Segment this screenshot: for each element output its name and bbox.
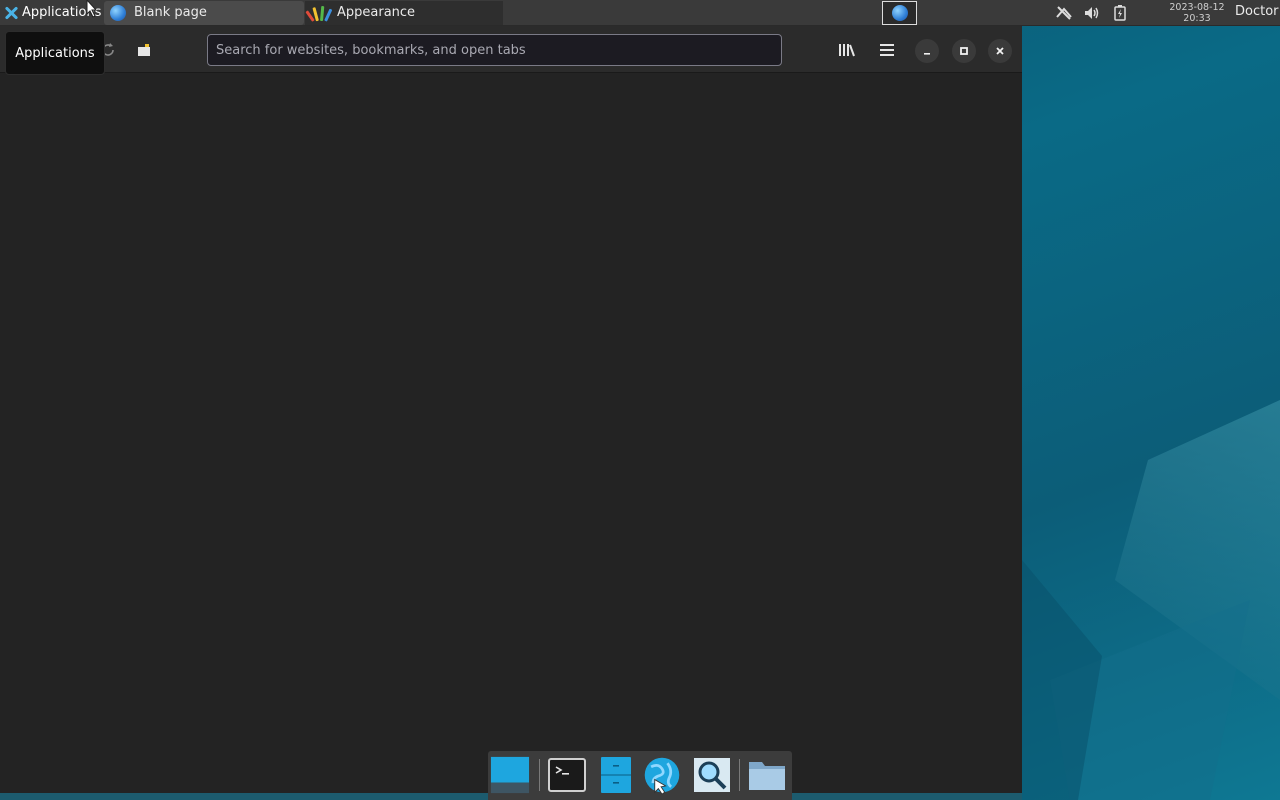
mouse-cursor-icon xyxy=(86,0,98,18)
page-content[interactable] xyxy=(0,73,1022,793)
home-folder-button[interactable] xyxy=(747,755,787,795)
terminal-button[interactable] xyxy=(547,755,587,795)
taskbar-item-appearance[interactable]: Appearance xyxy=(305,0,503,25)
workspace-switcher[interactable] xyxy=(882,1,917,25)
library-icon[interactable] xyxy=(835,38,859,62)
browser-window xyxy=(0,26,1022,793)
firefox-globe-icon xyxy=(110,4,126,21)
clock[interactable]: 2023-08-12 20:33 xyxy=(1165,2,1229,24)
clock-time: 20:33 xyxy=(1183,13,1211,24)
network-disconnected-icon[interactable] xyxy=(1055,5,1073,21)
appearance-icon xyxy=(305,5,333,22)
file-manager-button[interactable] xyxy=(596,755,636,795)
battery-icon[interactable] xyxy=(1111,5,1129,21)
taskbar-item-label: Appearance xyxy=(337,5,416,20)
dock xyxy=(488,751,792,800)
system-tray xyxy=(1055,0,1129,26)
user-menu[interactable]: Doctor xyxy=(1235,4,1279,19)
taskbar-item-blank-page[interactable]: Blank page xyxy=(104,0,304,25)
volume-icon[interactable] xyxy=(1083,5,1101,21)
show-desktop-button[interactable] xyxy=(490,755,530,795)
clock-date: 2023-08-12 xyxy=(1169,2,1225,13)
dock-separator xyxy=(739,759,740,791)
xfce-logo-icon xyxy=(3,5,19,21)
maximize-button[interactable] xyxy=(952,39,976,63)
applications-tooltip: Applications xyxy=(5,31,105,75)
url-bar[interactable] xyxy=(207,34,782,66)
web-browser-button[interactable] xyxy=(642,755,682,795)
hamburger-menu-icon[interactable] xyxy=(875,38,899,62)
dock-separator xyxy=(539,759,540,791)
home-icon[interactable] xyxy=(132,38,156,62)
taskbar-item-label: Blank page xyxy=(134,5,207,20)
close-button[interactable] xyxy=(988,39,1012,63)
app-finder-button[interactable] xyxy=(692,755,732,795)
top-panel: Applications Blank page Appearance 2023-… xyxy=(0,0,1280,26)
minimize-button[interactable] xyxy=(915,39,939,63)
firefox-globe-icon xyxy=(891,5,908,21)
browser-toolbar xyxy=(0,26,1022,73)
